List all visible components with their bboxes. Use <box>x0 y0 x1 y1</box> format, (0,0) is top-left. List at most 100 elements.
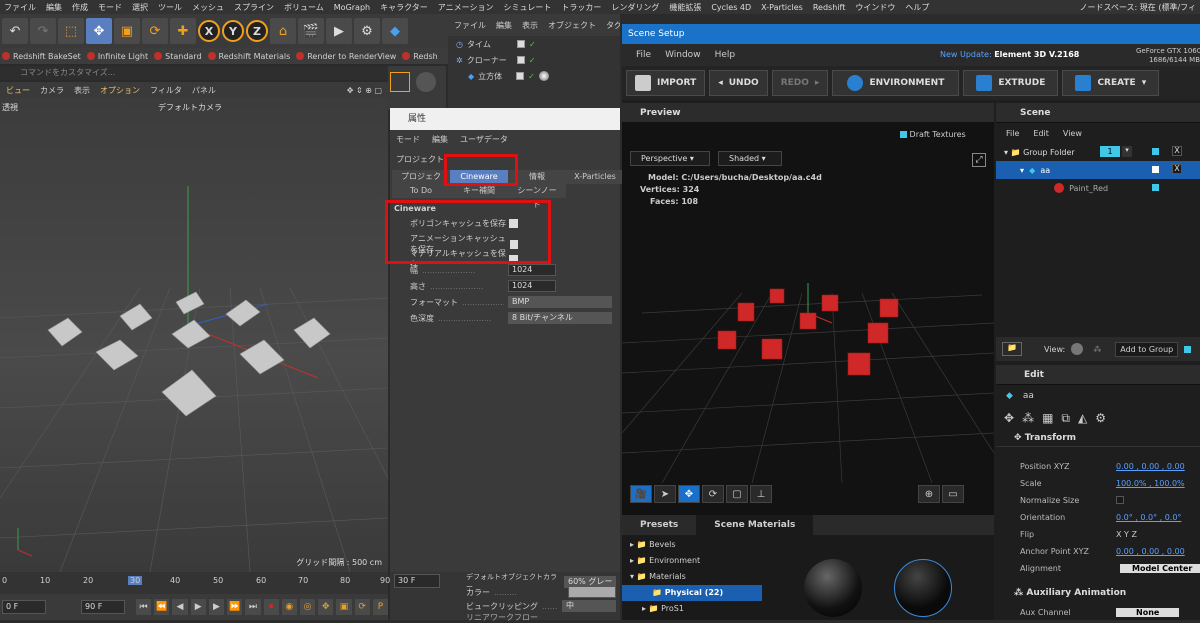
import-button[interactable]: IMPORT <box>626 70 706 96</box>
view-sphere-icon[interactable] <box>1071 343 1084 355</box>
tree-item[interactable]: ▸ 📁 ProS1 <box>622 601 762 617</box>
element-menu-window[interactable]: Window <box>665 50 701 60</box>
close-icon[interactable]: X <box>1172 146 1182 156</box>
select-tool-icon[interactable]: ⬚ <box>58 18 84 44</box>
display-icon[interactable]: ▭ <box>942 485 964 503</box>
object-row[interactable]: ◷ タイム ✓ <box>448 36 620 52</box>
chevron-down-icon[interactable]: ▾ <box>1122 146 1132 157</box>
undo-icon[interactable]: ↶ <box>2 18 28 44</box>
camera-tool-icon[interactable]: 🎥 <box>630 485 652 503</box>
attr-menu-mode[interactable]: モード <box>396 134 420 145</box>
object-row[interactable]: ✲ クローナー ✓ <box>448 52 620 68</box>
orientation-value[interactable]: 0.0° , 0.0° , 0.0° <box>1116 513 1181 522</box>
obj-menu-object[interactable]: オブジェクト <box>548 20 596 31</box>
visibility-check[interactable] <box>516 72 525 80</box>
menu-redshift[interactable]: Redshift <box>813 3 845 12</box>
alignment-dropdown[interactable]: Model Center <box>1120 564 1200 573</box>
menu-render[interactable]: レンダリング <box>611 2 659 13</box>
menu-select[interactable]: 選択 <box>132 2 148 13</box>
enabled-check-icon[interactable]: ✓ <box>528 72 535 81</box>
coordinate-icon[interactable]: ⌂ <box>270 18 296 44</box>
extrude-button[interactable]: EXTRUDE <box>963 70 1059 96</box>
scale-tool-icon[interactable]: ▣ <box>114 18 140 44</box>
axis-x-button[interactable]: X <box>198 20 220 42</box>
plugin-render-to-view[interactable]: Render to RenderView <box>296 52 396 61</box>
view-clipping-dropdown[interactable]: 中 <box>562 600 616 612</box>
rotate-tool-icon[interactable]: ⟳ <box>702 485 724 503</box>
scene-menu-view[interactable]: View <box>1063 129 1082 138</box>
redo-button[interactable]: REDO ▸ <box>771 70 829 96</box>
undo-button[interactable]: ◂ UNDO <box>709 70 768 96</box>
view-particles-icon[interactable]: ⁂ <box>1093 345 1101 354</box>
target-icon[interactable]: ⊕ <box>918 485 940 503</box>
enabled-check-icon[interactable]: ✓ <box>529 56 536 65</box>
normalize-checkbox[interactable] <box>1116 496 1124 504</box>
viewport-menu-view[interactable]: ビュー <box>6 85 30 96</box>
key-param-icon[interactable]: P <box>372 599 389 615</box>
axis-y-button[interactable]: Y <box>222 20 244 42</box>
settings-gear-icon[interactable]: ⚙ <box>1095 411 1106 425</box>
tree-item[interactable]: ▸ 📁 Bevels <box>622 537 762 553</box>
menu-edit[interactable]: 編集 <box>46 2 62 13</box>
autokey-icon[interactable]: ◉ <box>281 599 297 615</box>
play-icon[interactable]: ▶ <box>190 599 206 615</box>
plugin-materials[interactable]: Redshift Materials <box>207 52 290 61</box>
key-move-icon[interactable]: ✥ <box>318 599 334 615</box>
rotate-tool-icon[interactable]: ⟳ <box>142 18 168 44</box>
replicate-icon[interactable]: ⧉ <box>1061 411 1070 426</box>
add-to-group-button[interactable]: Add to Group <box>1115 341 1179 357</box>
update-notice[interactable]: New Update: Element 3D V.2168 <box>940 50 1079 59</box>
viewport-menu-options[interactable]: オプション <box>100 85 140 96</box>
draft-textures-toggle[interactable]: Draft Textures <box>900 130 966 139</box>
render-region-icon[interactable]: 🎬 <box>298 18 324 44</box>
menu-volume[interactable]: ボリューム <box>284 2 324 13</box>
key-scale-icon[interactable]: ▣ <box>336 599 352 615</box>
record-icon[interactable]: ⏺ <box>263 599 279 615</box>
pointer-tool-icon[interactable]: ➤ <box>654 485 676 503</box>
menu-mesh[interactable]: メッシュ <box>192 2 224 13</box>
keyframe-icon[interactable]: ◎ <box>299 599 316 615</box>
render-settings-icon[interactable]: ⚙ <box>354 18 380 44</box>
next-key-icon[interactable]: ⏩ <box>227 599 243 615</box>
deform-icon[interactable]: ◭ <box>1078 411 1087 425</box>
height-field[interactable]: 1024 <box>508 280 556 292</box>
obj-menu-edit[interactable]: 編集 <box>496 20 512 31</box>
checker-icon[interactable]: ▦ <box>1042 411 1053 425</box>
key-rotate-icon[interactable]: ⟳ <box>354 599 370 615</box>
menu-simulate[interactable]: シミュレート <box>503 2 551 13</box>
move-tool-icon[interactable]: ✥ <box>86 18 112 44</box>
element-menu-help[interactable]: Help <box>715 50 736 60</box>
material-preview[interactable] <box>894 559 952 617</box>
color-depth-dropdown[interactable]: 8 Bit/チャンネル <box>508 312 612 324</box>
tree-item[interactable]: ▾ 📁 Materials <box>622 569 762 585</box>
viewport-nav-icon[interactable]: ✥ ⇕ ⊕ ▢ <box>347 86 382 95</box>
menu-window[interactable]: ウインドウ <box>855 2 895 13</box>
width-field[interactable]: 1024 <box>508 264 556 276</box>
frame-field[interactable]: 30 F <box>394 574 440 588</box>
position-value[interactable]: 0.00 , 0.00 , 0.00 <box>1116 462 1185 471</box>
tab-scene-nodes[interactable]: シーンノード <box>508 184 566 209</box>
material-preview[interactable] <box>804 559 862 617</box>
move-tool-icon[interactable]: ✥ <box>678 485 700 503</box>
aux-channel-dropdown[interactable]: None <box>1116 608 1180 617</box>
redo-icon[interactable]: ↷ <box>30 18 56 44</box>
menu-cycles4d[interactable]: Cycles 4D <box>711 3 751 12</box>
next-frame-icon[interactable]: ▶ <box>208 599 225 615</box>
obj-menu-file[interactable]: ファイル <box>454 20 486 31</box>
environment-button[interactable]: ENVIRONMENT <box>832 70 960 96</box>
prev-frame-icon[interactable]: ◀ <box>172 599 188 615</box>
render-view-icon[interactable]: ▶ <box>326 18 352 44</box>
attr-menu-edit[interactable]: 編集 <box>432 134 448 145</box>
tab-project-settings[interactable]: プロジェクト設定 <box>392 170 450 195</box>
scene-menu-file[interactable]: File <box>1006 129 1019 138</box>
menu-xparticles[interactable]: X-Particles <box>761 3 803 12</box>
particles-icon[interactable]: ⁂ <box>1022 411 1034 425</box>
viewport-menu-panel[interactable]: パネル <box>192 85 216 96</box>
obj-menu-tag[interactable]: タグ <box>606 20 620 31</box>
tab-todo[interactable]: To Do <box>392 184 450 198</box>
goto-end-icon[interactable]: ⏭ <box>245 599 261 615</box>
plugin-infinite-light[interactable]: Infinite Light <box>86 52 148 61</box>
group-number[interactable]: 1 <box>1100 146 1120 157</box>
prev-key-icon[interactable]: ⏪ <box>154 599 170 615</box>
menu-character[interactable]: キャラクター <box>380 2 428 13</box>
